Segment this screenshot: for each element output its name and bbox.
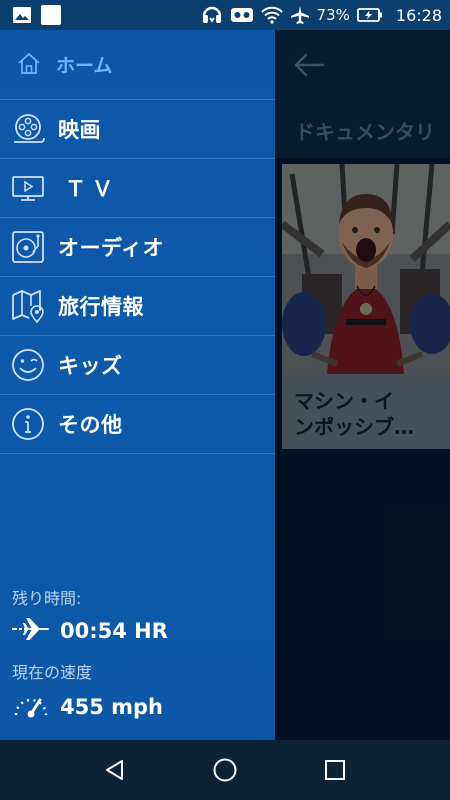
- vr-icon: [230, 6, 254, 24]
- back-nav-icon[interactable]: [95, 750, 135, 790]
- home-nav-icon[interactable]: [205, 750, 245, 790]
- system-nav-bar: [0, 740, 450, 800]
- map-pin-icon: [11, 289, 45, 323]
- smiley-icon: [11, 348, 45, 382]
- home-label: ホーム: [56, 55, 113, 77]
- category-title: ドキュメンタリ: [295, 120, 435, 144]
- info-icon: [11, 407, 45, 441]
- clock: 16:28: [395, 5, 442, 25]
- drawer-item-kids[interactable]: キッズ: [0, 336, 275, 395]
- remaining-time-label: 残り時間:: [12, 589, 82, 608]
- speedometer-icon: [12, 691, 50, 723]
- content-area: ドキュメンタリ マシン・イ ンポッシブ…: [275, 30, 450, 740]
- menu-label-tv: ＴＶ: [65, 177, 119, 201]
- menu-label-travel: 旅行情報: [58, 295, 144, 319]
- drawer-item-other[interactable]: その他: [0, 395, 275, 454]
- drawer-item-travel[interactable]: 旅行情報: [0, 277, 275, 336]
- card-title-line2: ンポッシブ…: [294, 415, 414, 439]
- remaining-time-value: 00:54 HR: [60, 619, 168, 643]
- speed-row: 455 mph: [12, 691, 267, 723]
- drawer-item-movies[interactable]: 映画: [0, 100, 275, 159]
- card-title-line1: マシン・イ: [294, 389, 394, 413]
- flight-info: 残り時間: 00:54 HR 現在の速度 455 mph: [12, 585, 267, 723]
- drawer-item-audio[interactable]: オーディオ: [0, 218, 275, 277]
- status-bar: 73% 16:28: [0, 0, 450, 30]
- speed-label: 現在の速度: [12, 663, 93, 682]
- remaining-time-row: 00:54 HR: [12, 617, 267, 645]
- home-icon: [16, 51, 42, 79]
- category-bar: ドキュメンタリ: [275, 100, 450, 158]
- battery-percent: 73%: [316, 6, 350, 24]
- menu-label-audio: オーディオ: [58, 236, 165, 260]
- drawer-menu: 映画 ＴＶ オーディオ 旅行情報 キッズ その他: [0, 100, 275, 454]
- navigation-drawer: ホーム 映画 ＴＶ オーディオ 旅行情報 キッズ その他 残り時間: 00:54…: [0, 30, 275, 740]
- airplane-icon: [12, 617, 50, 645]
- menu-label-other: その他: [58, 413, 123, 437]
- recents-nav-icon[interactable]: [315, 750, 355, 790]
- headset-icon: [201, 5, 223, 25]
- menu-label-movies: 映画: [58, 118, 101, 142]
- film-reel-icon: [11, 112, 45, 146]
- tv-icon: [11, 171, 45, 205]
- speed-value: 455 mph: [60, 695, 164, 719]
- back-arrow-icon[interactable]: [293, 52, 325, 82]
- square-icon: [40, 4, 62, 26]
- card-thumbnail: [282, 164, 450, 374]
- airplane-icon: [290, 5, 310, 25]
- card-caption: マシン・イ ンポッシブ…: [282, 374, 450, 449]
- content-card[interactable]: マシン・イ ンポッシブ…: [282, 164, 450, 449]
- content-toolbar: [275, 30, 450, 100]
- menu-label-kids: キッズ: [58, 354, 123, 378]
- drawer-item-home[interactable]: ホーム: [0, 30, 275, 100]
- drawer-item-tv[interactable]: ＴＶ: [0, 159, 275, 218]
- image-icon: [12, 6, 32, 24]
- turntable-icon: [11, 230, 45, 264]
- wifi-icon: [260, 6, 283, 24]
- battery-charging-icon: [356, 7, 383, 23]
